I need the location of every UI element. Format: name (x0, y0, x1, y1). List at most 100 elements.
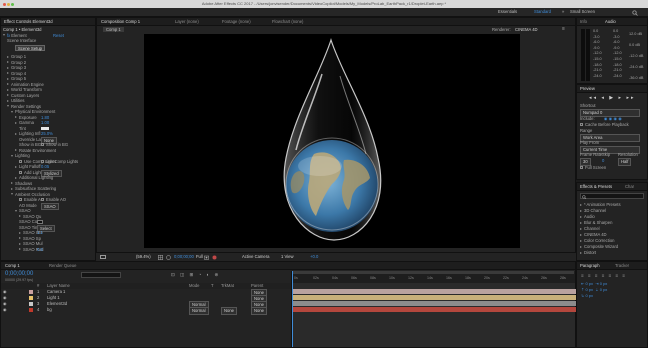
skip-value[interactable]: 0 (602, 158, 604, 164)
frame-rate-values[interactable]: 30 0 Half (580, 158, 647, 166)
track-area[interactable] (291, 271, 576, 347)
layer-bar-element3d[interactable] (292, 301, 576, 306)
layer-label-color[interactable] (29, 290, 33, 294)
cache-before-playback-row[interactable]: Cache Before Playback (580, 122, 647, 128)
eye-icon[interactable]: ◉ (3, 295, 7, 301)
layer-bar-camera[interactable] (292, 289, 576, 294)
playhead[interactable] (292, 271, 293, 347)
preset-item-audio[interactable]: Audio (580, 214, 647, 220)
preset-item-color-correction[interactable]: Color Correction (580, 238, 647, 244)
ssao-color-swatch[interactable] (37, 220, 43, 224)
layer-row-element3d[interactable]: ◉ 3 Element3d Normal None (1, 301, 291, 309)
resolution-dropdown[interactable]: Full (196, 254, 203, 259)
search-icon[interactable] (632, 10, 638, 16)
tint-swatch[interactable] (41, 126, 49, 130)
timeline-switches[interactable]: ⊡ ◫ ⊞ ◔ ◐ ⊛ (171, 272, 220, 278)
layer-bar-bg[interactable] (292, 307, 576, 312)
preset-item-cinema-4d[interactable]: CINEMA 4D (580, 232, 647, 238)
work-area-bar[interactable] (292, 271, 574, 274)
shortcut-dropdown[interactable]: Numpad 0 (580, 109, 640, 117)
composition-canvas[interactable] (144, 34, 520, 248)
eye-icon[interactable]: ◉ (3, 307, 7, 313)
layer-name[interactable]: Element3d (47, 301, 67, 307)
playback-controls[interactable]: ◂◂ ◂ ▶ ▸ ▸▸ (589, 95, 645, 101)
tab-preview[interactable]: Preview (580, 86, 595, 91)
tab-paragraph[interactable]: Paragraph (580, 263, 600, 268)
viewer-toolbar: (59.4%) 0;00;00;00 Full Active Camera 1 … (96, 252, 576, 261)
layer-name[interactable]: Light 1 (47, 295, 60, 301)
tab-tracker[interactable]: Tracker (615, 263, 629, 268)
preset-item-3d-channel[interactable]: 3D Channel (580, 208, 647, 214)
tab-audio[interactable]: Audio (605, 19, 616, 24)
exposure-value[interactable]: +0.0 (310, 254, 318, 259)
parent-dropdown[interactable]: None (251, 307, 268, 315)
preset-item-distort[interactable]: Distort (580, 250, 647, 256)
timeline-timecode[interactable]: 0;00;00;00 (5, 271, 33, 277)
window-title: Adobe After Effects CC 2017 - /Users/jon… (201, 1, 447, 6)
layer-name[interactable]: Camera 1 (47, 289, 65, 295)
paragraph-tabs: Paragraph Tracker (577, 262, 647, 270)
comp-1-chip[interactable]: Comp 1 (103, 27, 124, 32)
view-layout-dropdown[interactable]: 1 View (281, 254, 294, 259)
grid-icon[interactable] (158, 254, 163, 260)
layer-label-color[interactable] (29, 296, 33, 300)
db-scale-mid: 0.0 -3.0 -6.0 -9.0 -12.0 -15.0 -18.0 -21.0 -24.0 (613, 29, 622, 78)
color-channel-icon[interactable] (212, 255, 217, 260)
tab-composition[interactable]: Composition Comp 1 (101, 19, 140, 24)
paragraph-indent-fields[interactable]: ⇤ 0 px ⇥ 0 px ⇡ 0 px ⇣ 0 px ↳ 0 px (581, 281, 645, 299)
db-scale-right: 12.0 dB 0.0 dB -12.0 dB -24.0 dB -36.0 dB (629, 32, 644, 80)
renderer-label: Renderer: (492, 27, 511, 32)
preset-item-blur-sharpen[interactable]: Blur & Sharpen (580, 220, 647, 226)
workspace-menu-icon[interactable]: » (562, 9, 564, 14)
preset-item-animation-presets[interactable]: * Animation Presets (580, 202, 647, 208)
workspace-tab-standard[interactable]: Standard (534, 9, 551, 14)
tab-render-queue[interactable]: Render Queue (49, 263, 76, 268)
tab-info[interactable]: Info (580, 19, 587, 24)
preset-item-channel[interactable]: Channel (580, 226, 647, 232)
layer-row-camera[interactable]: ◉ 1 Camera 1 None (1, 289, 291, 297)
mode-dropdown[interactable]: Normal (189, 307, 209, 315)
range-dropdown[interactable]: Work Area (580, 134, 640, 142)
mask-visibility-icon[interactable] (166, 254, 171, 260)
current-time-display[interactable]: 0;00;00;00 (174, 254, 194, 259)
preset-item-composite-wizard[interactable]: Composite Wizard (580, 244, 647, 250)
zoom-dropdown[interactable]: (59.4%) (136, 254, 151, 259)
eye-icon[interactable]: ◉ (3, 289, 7, 295)
tab-comp-1[interactable]: Comp 1 (5, 263, 20, 268)
ssao-radius-row[interactable]: SSAO Rad 0.5 (19, 247, 95, 253)
layer-name[interactable]: bg (47, 307, 52, 313)
include-row[interactable]: Include: ◉ ◉ ◉ ◉ (580, 116, 647, 122)
trkmat-dropdown[interactable]: None (221, 307, 238, 315)
timeline-search-input[interactable] (81, 272, 121, 278)
tab-flowchart[interactable]: Flowchart (none) (272, 19, 303, 24)
renderer-dropdown[interactable]: CINEMA 4D (515, 27, 538, 32)
scene-interface-label: Scene Interface (7, 38, 37, 43)
tab-effect-controls[interactable]: Effect Controls Element3d (4, 19, 53, 24)
effects-search-input[interactable] (580, 193, 644, 199)
full-screen-row[interactable]: Full Screen (580, 165, 647, 171)
effect-controls-panel: Effect Controls Element3d Comp 1 • Eleme… (0, 17, 96, 261)
layer-row-bg[interactable]: ◉ 4 bg Normal None None (1, 307, 291, 315)
snapshot-icon[interactable] (204, 255, 209, 260)
search-icon (582, 194, 587, 200)
time-ruler[interactable]: 0s 02s 04s 06s 08s 10s 12s 14s 16s 18s 2… (291, 271, 575, 283)
scene-setup-button[interactable]: Scene Setup (15, 45, 45, 51)
tab-effects-presets[interactable]: Effects & Presets (580, 184, 612, 189)
layer-bar-light[interactable] (292, 295, 576, 300)
always-preview-icon[interactable] (100, 255, 106, 259)
tab-layer[interactable]: Layer (none) (175, 19, 199, 24)
eye-icon[interactable]: ◉ (3, 301, 7, 307)
layer-label-color[interactable] (29, 308, 33, 312)
layer-row-light[interactable]: ◉ 2 Light 1 None (1, 295, 291, 303)
workspace-tab-small-screen[interactable]: Small Screen (570, 9, 595, 14)
camera-dropdown[interactable]: Active Camera (242, 254, 269, 259)
workspace-tab-essentials[interactable]: Essentials (498, 9, 517, 14)
panel-menu-icon[interactable]: ≡ (562, 26, 565, 32)
paragraph-align-buttons[interactable]: ≡ ≡ ≡ ≡ ≡ ≡ ≡ (581, 273, 626, 278)
db-scale-left: 0.0 -3.0 -6.0 -9.0 -12.0 -15.0 -18.0 -21.0 -24.0 (593, 29, 602, 78)
tab-character[interactable]: Char (625, 184, 634, 189)
ssao-radius-value[interactable]: 0.5 (37, 247, 43, 253)
play-from-dropdown[interactable]: Current Time (580, 146, 640, 154)
layer-label-color[interactable] (29, 302, 33, 306)
tab-footage[interactable]: Footage (none) (222, 19, 251, 24)
